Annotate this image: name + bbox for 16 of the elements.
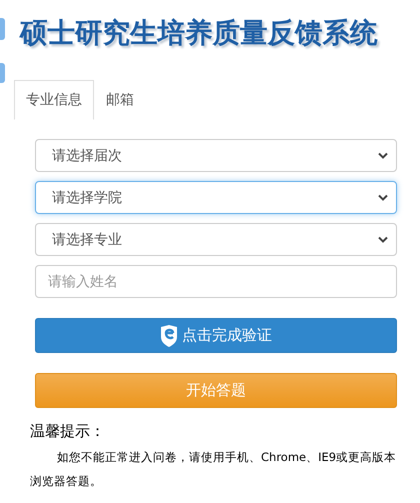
side-marker bbox=[0, 63, 5, 83]
site-title: 硕士研究生培养质量反馈系统 bbox=[20, 16, 378, 51]
side-marker bbox=[0, 18, 5, 40]
tab[interactable]: 邮箱 bbox=[94, 80, 146, 120]
chevron-down-icon bbox=[378, 194, 388, 201]
dropdown[interactable]: 请选择届次 bbox=[35, 139, 397, 172]
name-field[interactable]: 请输入姓名 bbox=[35, 265, 397, 298]
dropdown[interactable]: 请选择学院 bbox=[35, 181, 397, 214]
shield-icon bbox=[160, 324, 178, 346]
dropdown[interactable]: 请选择专业 bbox=[35, 223, 397, 256]
tab[interactable]: 专业信息 bbox=[14, 80, 94, 120]
chevron-down-icon bbox=[378, 236, 388, 243]
tip-text: 如您不能正常进入问卷，请使用手机、Chrome、IE9或更高版本浏览器答题。 bbox=[30, 449, 398, 490]
tip-heading: 温馨提示： bbox=[30, 422, 106, 441]
verify-button[interactable]: 点击完成验证 bbox=[35, 318, 397, 353]
chevron-down-icon bbox=[378, 152, 388, 159]
